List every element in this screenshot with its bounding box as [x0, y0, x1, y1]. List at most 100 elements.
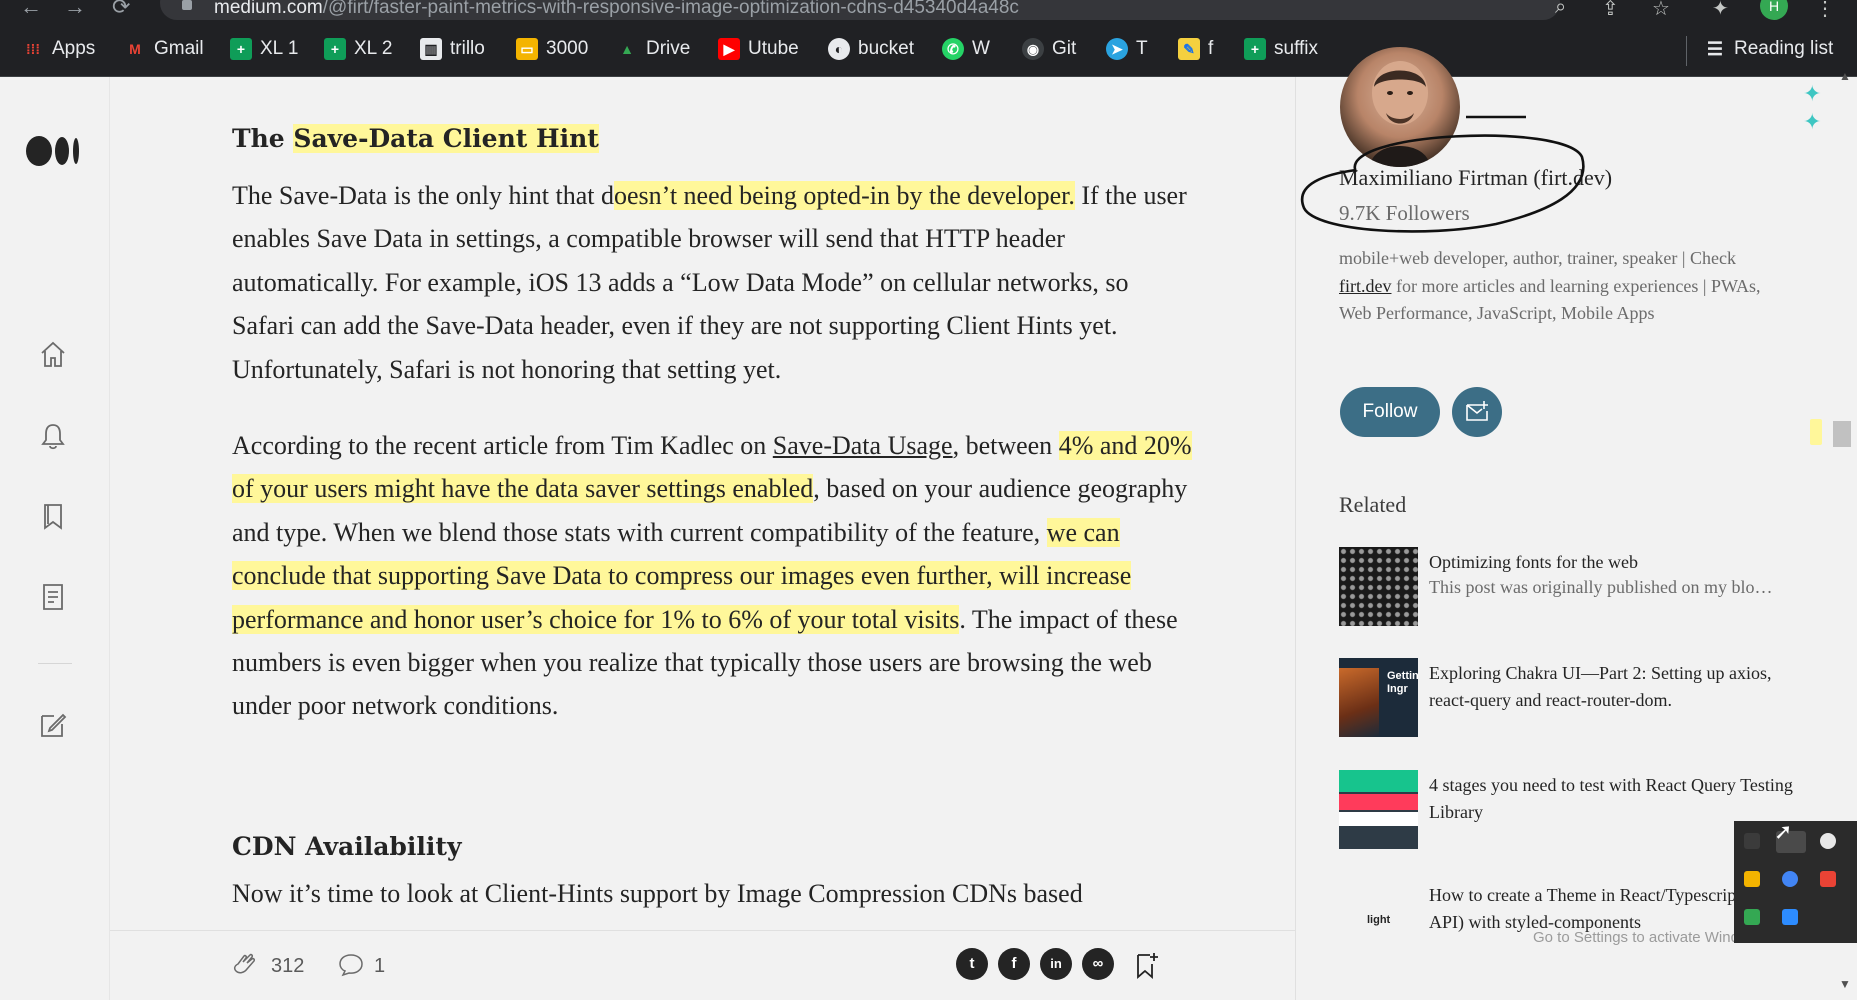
bookmark-xl2[interactable]: + XL 2 — [324, 36, 392, 62]
tray-app-icon[interactable] — [1820, 871, 1836, 887]
bookmark-suffix[interactable]: + suffix — [1244, 36, 1318, 62]
reading-list-icon: ☰ — [1706, 39, 1724, 59]
article: The Save-Data Client Hint The Save-Data … — [110, 77, 1295, 1000]
star-icon[interactable]: ☆ — [1652, 0, 1670, 21]
related-title: Exploring Chakra UI—Part 2: Setting up a… — [1429, 663, 1772, 710]
save-bookmark-icon[interactable] — [1134, 950, 1160, 980]
stories-icon[interactable] — [38, 582, 68, 612]
rail-divider — [38, 663, 72, 664]
related-thumbnail — [1339, 547, 1418, 626]
linkedin-icon[interactable]: in — [1040, 948, 1072, 980]
profile-avatar[interactable]: H — [1760, 0, 1788, 20]
apps-grid-icon: ⁞⁞⁞ — [26, 41, 40, 57]
whatsapp-icon: ✆ — [942, 38, 964, 60]
bookmark-3000[interactable]: ▭ 3000 — [516, 36, 588, 62]
related-subtitle: This post was originally published on my… — [1429, 577, 1773, 597]
medium-logo[interactable] — [26, 135, 82, 167]
home-icon[interactable] — [38, 339, 68, 369]
sheets-icon: + — [324, 38, 346, 60]
bookmark-separator — [1686, 36, 1687, 66]
copy-link-icon[interactable]: ∞ — [1082, 948, 1114, 980]
note-icon: ✎ — [1178, 38, 1200, 60]
sparkle-icon: ✦ — [1803, 81, 1822, 106]
email-subscribe-icon — [1466, 401, 1488, 421]
globe-icon: ◐ — [828, 38, 850, 60]
bookmark-utube[interactable]: ▶ Utube — [718, 36, 799, 62]
paragraph-3: Now it’s time to look at Client-Hints su… — [232, 879, 1083, 908]
article-action-bar: 312 1 t f in ∞ — [110, 930, 1295, 1000]
system-tray-overflow: ➚ — [1734, 819, 1857, 943]
sparkle-icon: ✦ — [1803, 109, 1822, 134]
related-thumbnail: light — [1339, 880, 1418, 959]
highlight-marker — [1810, 419, 1822, 445]
paragraph-1: The Save-Data is the only hint that does… — [232, 181, 1187, 384]
sheets-icon: + — [1244, 38, 1266, 60]
response-icon[interactable] — [338, 952, 364, 978]
extensions-icon[interactable]: ✦ — [1712, 0, 1729, 21]
scrollbar-thumb[interactable] — [1833, 421, 1851, 447]
related-title: 4 stages you need to test with React Que… — [1429, 775, 1793, 822]
scroll-down-arrow-icon[interactable]: ▼ — [1839, 977, 1851, 991]
section-heading-cdn: CDN Availability — [232, 832, 462, 861]
slides-icon: ▭ — [516, 38, 538, 60]
chrome-tray-icon[interactable] — [1782, 871, 1798, 887]
thumbnail-caption: light — [1367, 914, 1391, 926]
reading-list-button[interactable]: ☰ Reading list — [1704, 36, 1833, 62]
tray-app-icon[interactable] — [1744, 833, 1760, 849]
related-thumbnail — [1339, 770, 1418, 849]
url-text: medium.com/@firt/faster-paint-metrics-wi… — [214, 0, 1019, 18]
section-heading-save-data: The Save-Data Client Hint — [232, 124, 599, 153]
forward-icon[interactable]: → — [64, 0, 86, 20]
clap-count: 312 — [271, 955, 305, 977]
bookmark-trillo[interactable]: ▥ trillo — [420, 36, 485, 62]
zoom-tray-icon[interactable] — [1782, 909, 1798, 925]
bookmarks-bar: ⁞⁞⁞ Apps M Gmail + XL 1 + XL 2 ▥ trillo ▭ 3000… — [0, 24, 1857, 77]
left-rail — [0, 77, 110, 1000]
bookmark-drive[interactable]: ▲ Drive — [616, 36, 690, 62]
tray-app-icon[interactable] — [1744, 871, 1760, 887]
facebook-icon[interactable]: f — [998, 948, 1030, 980]
drive-icon: ▲ — [620, 41, 634, 57]
medium-page: The Save-Data Client Hint The Save-Data … — [0, 47, 1857, 1000]
firt-dev-link[interactable]: firt.dev — [1339, 276, 1391, 296]
sheets-icon: + — [230, 38, 252, 60]
scroll-up-arrow-icon[interactable]: ▲ — [1839, 69, 1851, 83]
bookmark-git[interactable]: ◉ Git — [1022, 36, 1076, 62]
address-bar[interactable]: medium.com/@firt/faster-paint-metrics-wi… — [160, 0, 1560, 20]
hand-drawn-circle-annotation — [1300, 115, 1585, 233]
menu-icon[interactable]: ⋮ — [1815, 0, 1835, 21]
mouse-cursor-icon: ➚ — [1774, 819, 1793, 844]
back-icon[interactable]: ← — [20, 0, 42, 20]
twitter-icon[interactable]: t — [956, 948, 988, 980]
gmail-icon: M — [129, 41, 141, 57]
browser-toolbar: ← → ⟳ medium.com/@firt/faster-paint-metr… — [0, 0, 1857, 24]
bookmark-f[interactable]: ✎ f — [1178, 36, 1213, 62]
youtube-icon: ▶ — [718, 38, 740, 60]
subscribe-email-button[interactable] — [1452, 387, 1502, 437]
related-heading: Related — [1339, 492, 1407, 517]
share-icon[interactable]: ⇪ — [1602, 0, 1619, 21]
thumbnail-caption: Getting Ingr — [1387, 670, 1418, 695]
write-icon[interactable] — [38, 710, 68, 740]
reload-icon[interactable]: ⟳ — [112, 0, 130, 20]
bookmark-bucket[interactable]: ◐ bucket — [828, 36, 914, 62]
follow-button[interactable]: Follow — [1340, 387, 1440, 437]
related-title: Optimizing fonts for the web — [1429, 552, 1638, 572]
github-icon: ◉ — [1022, 38, 1044, 60]
bookmarks-icon[interactable] — [38, 501, 68, 531]
telegram-icon: ➤ — [1106, 38, 1128, 60]
bookmark-xl1[interactable]: + XL 1 — [230, 36, 298, 62]
response-count: 1 — [374, 955, 386, 977]
notifications-icon[interactable] — [38, 421, 68, 451]
paragraph-2: According to the recent article from Tim… — [232, 431, 1192, 721]
save-data-usage-link[interactable]: Save-Data Usage — [773, 431, 953, 460]
bookmark-whatsapp[interactable]: ✆ W — [942, 36, 990, 62]
clap-icon[interactable] — [230, 950, 260, 980]
bookmark-apps[interactable]: ⁞⁞⁞ Apps — [22, 36, 95, 62]
bookmark-gmail[interactable]: M Gmail — [124, 36, 203, 62]
author-bio: mobile+web developer, author, trainer, s… — [1339, 248, 1761, 323]
bookmark-telegram[interactable]: ➤ T — [1106, 36, 1148, 62]
search-icon[interactable]: ⌕ — [1555, 0, 1566, 19]
drive-tray-icon[interactable] — [1744, 909, 1760, 925]
tray-app-icon[interactable] — [1820, 833, 1836, 849]
